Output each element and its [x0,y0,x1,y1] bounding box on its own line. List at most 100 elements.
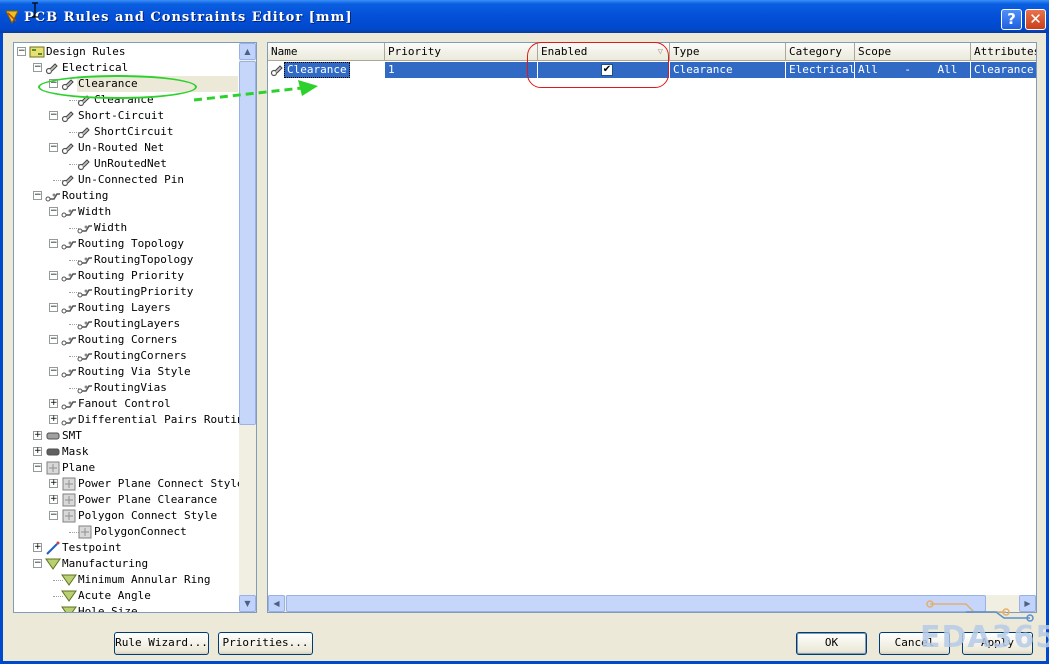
cell-scope[interactable]: All - All [855,62,971,78]
tree-item[interactable]: PolygonConnect [93,524,188,540]
tree-item[interactable]: UnRoutedNet [93,156,168,172]
rules-grid[interactable]: Name Priority Enabled ▽ Type Category Sco… [267,42,1037,613]
cell-priority[interactable]: 1 [385,62,538,78]
collapse-icon[interactable]: − [33,191,42,200]
tree-item[interactable]: Width [93,220,128,236]
circuit-trace-icon [926,600,1034,622]
ok-button[interactable]: OK [796,632,867,655]
collapse-icon[interactable]: − [49,111,58,120]
electrical-icon [45,63,58,75]
collapse-icon[interactable]: − [33,463,42,472]
column-header-attributes[interactable]: Attributes [971,43,1036,61]
collapse-icon[interactable]: − [49,143,58,152]
expand-icon[interactable]: + [49,399,58,408]
column-header-category[interactable]: Category [786,43,855,61]
tree-item[interactable]: Polygon Connect Style [77,508,218,524]
cell-name[interactable]: Clearance [268,62,385,78]
tree-item[interactable]: Testpoint [61,540,123,556]
grid-horizontal-scrollbar[interactable]: ◀ ▶ [268,595,1036,612]
tree-item[interactable]: Manufacturing [61,556,149,572]
tree-item[interactable]: Un-Routed Net [77,140,165,156]
routing-topology-icon [61,241,76,250]
tree-connector-line [53,612,63,613]
tree-item[interactable]: Minimum Annular Ring [77,572,211,588]
tree-item[interactable]: Routing Priority [77,268,185,284]
tree-item[interactable]: RoutingCorners [93,348,188,364]
tree-item-label: Differential Pairs Routing [78,413,251,426]
scroll-down-button[interactable]: ▼ [239,595,256,612]
tree-item[interactable]: Width [77,204,112,220]
tree-item[interactable]: RoutingLayers [93,316,181,332]
window-title: PCB Rules and Constraints Editor [mm] [24,10,353,25]
tree-item[interactable]: ShortCircuit [93,124,174,140]
tree-item-label: RoutingVias [94,381,167,394]
tree-item[interactable]: Electrical [61,60,129,76]
collapse-icon[interactable]: − [49,511,58,520]
tree-item[interactable]: Differential Pairs Routing [77,412,251,428]
tree-item[interactable]: Routing [61,188,109,204]
tree-item-label: Power Plane Clearance [78,493,218,506]
help-button[interactable]: ? [1001,9,1022,30]
tree-vertical-scrollbar[interactable]: ▲ ▼ [239,43,256,612]
tree-item[interactable]: Routing Corners [77,332,178,348]
tree-item[interactable]: Acute Angle [77,588,152,604]
column-header-name[interactable]: Name [268,43,385,61]
polygon-connect-icon [62,509,76,523]
tree-item[interactable]: Fanout Control [77,396,172,412]
tree-item[interactable]: Un-Connected Pin [77,172,185,188]
collapse-icon[interactable]: − [49,271,58,280]
collapse-icon[interactable]: − [49,303,58,312]
cell-type[interactable]: Clearance [670,62,786,78]
manufacturing-icon [45,558,61,570]
expand-icon[interactable]: + [33,543,42,552]
tree-item[interactable]: Design Rules [45,44,126,60]
rule-wizard-button[interactable]: Rule Wizard... [114,632,209,655]
tree-item[interactable]: RoutingPriority [93,284,194,300]
rules-tree[interactable]: − Design Rules − Electrical − Clearance Cleara… [13,42,257,613]
collapse-icon[interactable]: − [49,207,58,216]
tree-item[interactable]: Plane [61,460,96,476]
collapse-icon[interactable]: − [17,47,26,56]
tree-item[interactable]: Routing Layers [77,300,172,316]
column-header-priority[interactable]: Priority [385,43,538,61]
tree-item[interactable]: Power Plane Clearance [77,492,218,508]
cell-category[interactable]: Electrical [786,62,855,78]
scroll-thumb[interactable] [239,61,256,425]
short-circuit-rule-icon [77,127,90,139]
clearance-rule-icon [270,65,283,77]
scroll-up-button[interactable]: ▲ [239,43,256,60]
close-button[interactable]: ✕ [1025,9,1046,30]
scroll-left-button[interactable]: ◀ [268,595,285,612]
column-header-label: Category [789,45,842,58]
short-circuit-icon [61,111,74,123]
tree-item-label: Routing Corners [78,333,178,346]
collapse-icon[interactable]: − [33,559,42,568]
tree-item[interactable]: RoutingTopology [93,252,194,268]
expand-icon[interactable]: + [33,447,42,456]
tree-item[interactable]: Mask [61,444,90,460]
collapse-icon[interactable]: − [49,335,58,344]
column-header-type[interactable]: Type [670,43,786,61]
expand-icon[interactable]: + [49,415,58,424]
tree-item[interactable]: Routing Via Style [77,364,192,380]
tree-item[interactable]: Power Plane Connect Style [77,476,245,492]
tree-item[interactable]: Routing Topology [77,236,185,252]
unconnected-pin-icon [61,175,74,187]
tree-item-label: Testpoint [62,541,122,554]
tree-item[interactable]: SMT [61,428,83,444]
tree-item[interactable]: RoutingVias [93,380,168,396]
cell-attributes[interactable]: Clearance = [971,62,1036,78]
collapse-icon[interactable]: − [49,367,58,376]
tree-item[interactable]: Hole Size [77,604,139,612]
collapse-icon[interactable]: − [49,239,58,248]
tree-item[interactable]: Short-Circuit [77,108,165,124]
collapse-icon[interactable]: − [33,63,42,72]
power-plane-clearance-icon [62,493,76,507]
column-header-scope[interactable]: Scope [855,43,971,61]
horizontal-scroll-thumb[interactable] [286,595,986,612]
expand-icon[interactable]: + [49,495,58,504]
expand-icon[interactable]: + [33,431,42,440]
tree-item-label: Routing Topology [78,237,184,250]
expand-icon[interactable]: + [49,479,58,488]
priorities-button[interactable]: Priorities... [218,632,313,655]
